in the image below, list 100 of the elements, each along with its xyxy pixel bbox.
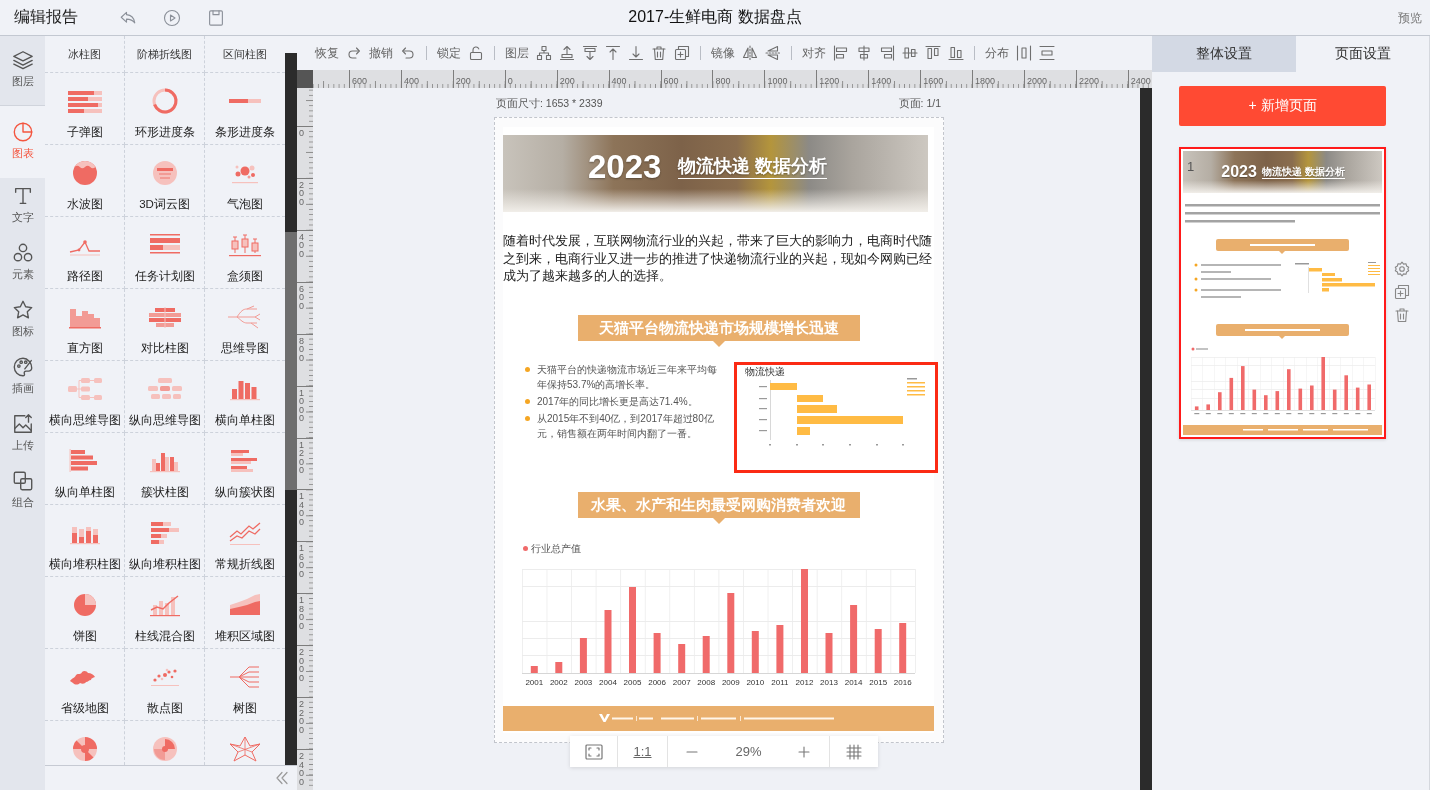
- thumbnail-title: 物流快递 数据分析: [1261, 165, 1345, 179]
- collapse-icon[interactable]: [276, 771, 288, 785]
- ruler-label: 1400: [871, 76, 892, 86]
- scrollbar-track[interactable]: [1140, 88, 1152, 790]
- axis-label: 2014: [844, 677, 863, 687]
- scrollbar-track[interactable]: [285, 53, 297, 765]
- ruler-label: 1200: [819, 76, 840, 86]
- flip-vertical-icon[interactable]: [765, 45, 781, 61]
- page-number: 1: [1187, 159, 1195, 174]
- redo-icon[interactable]: [346, 45, 362, 61]
- sidebar-tab[interactable]: 图标: [0, 292, 45, 349]
- chart-type-item[interactable]: 簇状柱图: [125, 433, 205, 505]
- settings-icon[interactable]: [1394, 261, 1410, 277]
- page-thumbnail[interactable]: 1 2023 物流快递 数据分析: [1179, 147, 1386, 439]
- bar: [751, 630, 759, 673]
- distribute-horizontal-icon[interactable]: [1016, 45, 1032, 61]
- trash-icon[interactable]: [651, 45, 667, 61]
- zoom-in-icon[interactable]: [798, 745, 811, 758]
- chart-type-item[interactable]: 散点图: [125, 649, 205, 721]
- chart-type-item[interactable]: 3D词云图: [125, 145, 205, 217]
- chart-type-item[interactable]: 直方图: [45, 289, 125, 361]
- chart-type-item[interactable]: 省级地图: [45, 649, 125, 721]
- move-up-icon[interactable]: [559, 45, 575, 61]
- chart-type-item[interactable]: 水波图: [45, 145, 125, 217]
- align-right-icon[interactable]: [879, 45, 895, 61]
- chart-type-item[interactable]: 子弹图: [45, 73, 125, 145]
- scrollbar-thumb[interactable]: [285, 232, 297, 490]
- duplicate-icon[interactable]: [1394, 284, 1410, 300]
- toolbar-label: 恢复: [315, 44, 339, 62]
- section-title-banner: 水果、水产和生肉最受网购消费者欢迎: [577, 491, 860, 524]
- ruler-label: 2200: [1078, 76, 1099, 86]
- chart-type-item[interactable]: 饼图: [45, 577, 125, 649]
- axis-label: 2010: [746, 677, 765, 687]
- chart-type-item[interactable]: 阶梯折线图: [125, 36, 205, 73]
- chart-type-item[interactable]: 纵向思维导图: [125, 361, 205, 433]
- sidebar-tab[interactable]: 上传: [0, 406, 45, 463]
- grid-icon[interactable]: [846, 743, 862, 760]
- align-left-icon[interactable]: [833, 45, 849, 61]
- actual-size-button[interactable]: 1:1: [633, 744, 652, 759]
- chart-type-item[interactable]: 冰柱图: [45, 36, 125, 73]
- chart-type-item[interactable]: 环形进度条: [125, 73, 205, 145]
- ruler-label: 2000: [299, 648, 305, 683]
- chart-type-item[interactable]: 纵向堆积柱图: [125, 505, 205, 577]
- legend-label: 行业总产值: [531, 541, 581, 556]
- ruler-label: 400: [403, 76, 419, 86]
- align-top-icon[interactable]: [925, 45, 941, 61]
- chart-type-item[interactable]: 任务计划图: [125, 217, 205, 289]
- chart-title: 物流快递: [744, 364, 786, 378]
- chart-type-item[interactable]: 对比柱图: [125, 289, 205, 361]
- sidebar-tab[interactable]: 元素: [0, 235, 45, 292]
- sidebar-tab[interactable]: 组合: [0, 463, 45, 520]
- save-icon[interactable]: [207, 8, 225, 27]
- settings-tab[interactable]: 页面设置: [1296, 36, 1429, 72]
- ruler-label: 800: [715, 76, 731, 86]
- play-icon[interactable]: [163, 8, 181, 27]
- fit-screen-icon[interactable]: [584, 743, 603, 760]
- move-down-icon[interactable]: [582, 45, 598, 61]
- axis-label: 2006: [648, 677, 666, 687]
- undo-icon[interactable]: [400, 45, 416, 61]
- chart-type-item[interactable]: 柱线混合图: [125, 577, 205, 649]
- hierarchy-icon[interactable]: [536, 45, 552, 61]
- page-number-label: 页面: 1/1: [898, 97, 941, 111]
- ruler-label: 600: [352, 76, 368, 86]
- flip-horizontal-icon[interactable]: [742, 45, 758, 61]
- bring-to-top-icon[interactable]: [605, 45, 621, 61]
- ruler-label: 1600: [923, 76, 944, 86]
- bar: [604, 609, 612, 673]
- bar: [530, 665, 538, 673]
- axis-label: 2008: [697, 677, 716, 687]
- unlock-icon[interactable]: [468, 45, 484, 61]
- bar: [797, 426, 810, 435]
- duplicate-icon[interactable]: [674, 45, 690, 61]
- send-to-bottom-icon[interactable]: [628, 45, 644, 61]
- toolbar-label: 撤销: [369, 44, 393, 62]
- chart-type-item[interactable]: 纵向单柱图: [45, 433, 125, 505]
- ruler-label: 800: [299, 336, 305, 363]
- document-title: 2017-生鲜电商 数据盘点: [628, 7, 802, 27]
- bar: [770, 382, 797, 390]
- align-center-icon[interactable]: [856, 45, 872, 61]
- sidebar-tab[interactable]: 文字: [0, 178, 45, 235]
- bar: [702, 635, 710, 673]
- trash-icon[interactable]: [1394, 307, 1410, 323]
- distribute-vertical-icon[interactable]: [1039, 45, 1055, 61]
- thumbnail-year: 2023: [1221, 163, 1257, 181]
- settings-tab[interactable]: 整体设置: [1152, 36, 1296, 72]
- axis-label: 2016: [893, 677, 912, 687]
- axis-label: 2005: [623, 677, 642, 687]
- chart-type-item[interactable]: 横向思维导图: [45, 361, 125, 433]
- legend-dot-icon: [523, 546, 528, 551]
- bar: [797, 394, 823, 402]
- editor-title: 编辑报告: [14, 7, 78, 27]
- align-bottom-icon[interactable]: [948, 45, 964, 61]
- preview-button[interactable]: 预览: [1398, 10, 1422, 27]
- sidebar-tab[interactable]: 插画: [0, 349, 45, 406]
- chart-type-item[interactable]: 横向堆积柱图: [45, 505, 125, 577]
- ruler-label: 2000: [1027, 76, 1047, 86]
- ruler-label: 1200: [299, 440, 305, 475]
- align-middle-icon[interactable]: [902, 45, 918, 61]
- chart-type-item[interactable]: 路径图: [45, 217, 125, 289]
- chart-area[interactable]: 物流快递: [734, 361, 938, 473]
